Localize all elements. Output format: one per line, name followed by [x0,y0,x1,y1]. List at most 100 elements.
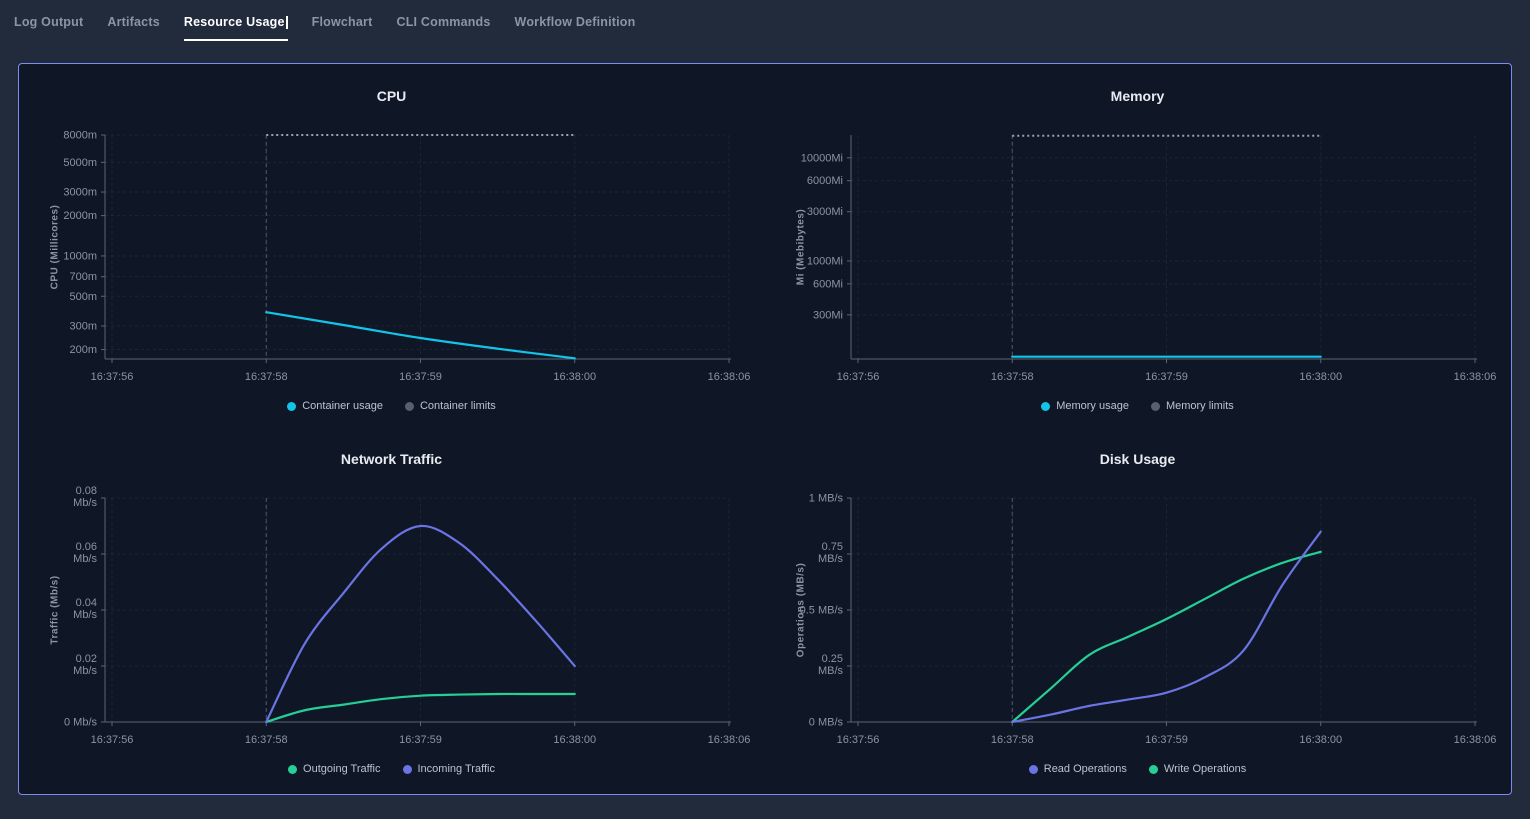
legend-label: Read Operations [1044,763,1127,775]
tab-label: Resource Usage [184,15,285,29]
tab-flowchart[interactable]: Flowchart [312,0,373,44]
legend-item-container-usage[interactable]: Container usage [287,400,383,412]
grid-lines [105,135,729,359]
svg-text:6000Mi: 6000Mi [807,175,843,187]
y-tick-labels: 200m300m500m700m1000m2000m3000m5000m8000… [63,130,97,357]
legend-dot-icon [1041,402,1050,411]
tab-artifacts[interactable]: Artifacts [107,0,160,44]
tab-label: Flowchart [312,15,373,29]
svg-text:0.06: 0.06 [76,541,97,553]
resource-usage-panel: CPU CPU (Millicores) 200m300m500m700m100… [18,63,1512,795]
svg-text:700m: 700m [69,271,97,283]
svg-text:16:37:59: 16:37:59 [1145,734,1188,746]
legend-item-outgoing-traffic[interactable]: Outgoing Traffic [288,763,380,775]
legend-dot-icon [1029,765,1038,774]
axes [101,135,731,363]
legend-item-write-operations[interactable]: Write Operations [1149,763,1246,775]
svg-text:0.5 MB/s: 0.5 MB/s [800,605,844,617]
legend-label: Container limits [420,400,496,412]
disk-chart-canvas: 0 MB/s0.25MB/s0.5 MB/s0.75MB/s1 MB/s16:3… [765,427,1510,790]
cpu-chart-canvas: 200m300m500m700m1000m2000m3000m5000m8000… [19,64,764,427]
svg-text:1000Mi: 1000Mi [807,255,843,267]
svg-text:16:37:59: 16:37:59 [1145,371,1188,383]
x-tick-labels: 16:37:5616:37:5816:37:5916:38:0016:38:06 [91,734,751,746]
svg-text:16:38:00: 16:38:00 [553,371,596,383]
svg-text:300Mi: 300Mi [813,309,843,321]
svg-text:16:38:06: 16:38:06 [708,734,751,746]
axes [847,498,1477,726]
legend-label: Container usage [302,400,383,412]
grid-lines [851,135,1475,359]
tab-label: Artifacts [107,15,160,29]
svg-text:3000Mi: 3000Mi [807,206,843,218]
svg-text:200m: 200m [69,344,97,356]
svg-text:16:38:00: 16:38:00 [553,734,596,746]
legend-dot-icon [1151,402,1160,411]
disk-chart-panel: Disk Usage Operations (MB/s) 0 MB/s0.25M… [765,427,1510,790]
y-tick-labels: 300Mi600Mi1000Mi3000Mi6000Mi10000Mi [801,152,843,321]
svg-text:16:38:06: 16:38:06 [708,371,751,383]
svg-text:16:37:56: 16:37:56 [837,371,880,383]
svg-text:16:37:56: 16:37:56 [837,734,880,746]
legend-item-container-limits[interactable]: Container limits [405,400,496,412]
legend-label: Memory limits [1166,400,1234,412]
text-cursor [286,16,288,29]
legend-item-memory-limits[interactable]: Memory limits [1151,400,1234,412]
cpu-chart-panel: CPU CPU (Millicores) 200m300m500m700m100… [19,64,764,427]
y-tick-labels: 0 MB/s0.25MB/s0.5 MB/s0.75MB/s1 MB/s [800,493,844,729]
tab-label: Workflow Definition [515,15,636,29]
cpu-legend: Container usage Container limits [19,400,764,412]
network-legend: Outgoing Traffic Incoming Traffic [19,763,764,775]
svg-text:8000m: 8000m [63,130,97,142]
disk-legend: Read Operations Write Operations [765,763,1510,775]
legend-dot-icon [288,765,297,774]
svg-text:Mb/s: Mb/s [73,609,97,621]
legend-label: Write Operations [1164,763,1246,775]
legend-item-read-operations[interactable]: Read Operations [1029,763,1127,775]
network-chart-panel: Network Traffic Traffic (Mb/s) 0 Mb/s0.0… [19,427,764,790]
tab-label: Log Output [14,15,83,29]
svg-text:16:37:56: 16:37:56 [91,371,134,383]
svg-text:0.08: 0.08 [76,485,97,497]
tab-label: CLI Commands [396,15,490,29]
tab-resource-usage[interactable]: Resource Usage [184,0,288,44]
svg-text:16:38:00: 16:38:00 [1299,734,1342,746]
y-tick-labels: 0 Mb/s0.02Mb/s0.04Mb/s0.06Mb/s0.08Mb/s [64,485,98,729]
legend-item-memory-usage[interactable]: Memory usage [1041,400,1129,412]
svg-text:Mb/s: Mb/s [73,553,97,565]
legend-dot-icon [405,402,414,411]
tab-log-output[interactable]: Log Output [14,0,83,44]
svg-text:16:38:06: 16:38:06 [1454,734,1497,746]
legend-label: Incoming Traffic [418,763,495,775]
svg-text:3000m: 3000m [63,187,97,199]
svg-text:500m: 500m [69,291,97,303]
svg-text:MB/s: MB/s [818,553,844,565]
svg-text:600Mi: 600Mi [813,278,843,290]
svg-text:0.04: 0.04 [76,597,97,609]
svg-text:1000m: 1000m [63,250,97,262]
network-chart-canvas: 0 Mb/s0.02Mb/s0.04Mb/s0.06Mb/s0.08Mb/s 16… [19,427,764,790]
svg-text:1 MB/s: 1 MB/s [809,493,844,505]
svg-text:16:37:58: 16:37:58 [991,734,1034,746]
axes [847,135,1477,363]
memory-legend: Memory usage Memory limits [765,400,1510,412]
svg-text:Mb/s: Mb/s [73,497,97,509]
svg-text:5000m: 5000m [63,157,97,169]
tab-workflow-definition[interactable]: Workflow Definition [515,0,636,44]
x-tick-labels: 16:37:5616:37:5816:37:5916:38:0016:38:06 [837,371,1497,383]
svg-text:16:37:59: 16:37:59 [399,371,442,383]
legend-dot-icon [403,765,412,774]
svg-text:16:38:06: 16:38:06 [1454,371,1497,383]
memory-chart-canvas: 300Mi600Mi1000Mi3000Mi6000Mi10000Mi16:37… [765,64,1510,427]
axes [101,498,731,726]
legend-item-incoming-traffic[interactable]: Incoming Traffic [403,763,495,775]
tab-cli-commands[interactable]: CLI Commands [396,0,490,44]
grid-lines [851,498,1475,722]
tab-bar: Log Output Artifacts Resource Usage Flowcha… [0,0,1530,44]
svg-text:16:37:58: 16:37:58 [245,734,288,746]
legend-dot-icon [287,402,296,411]
svg-text:16:37:58: 16:37:58 [245,371,288,383]
legend-label: Outgoing Traffic [303,763,380,775]
svg-text:300m: 300m [69,320,97,332]
svg-text:0.75: 0.75 [822,541,843,553]
